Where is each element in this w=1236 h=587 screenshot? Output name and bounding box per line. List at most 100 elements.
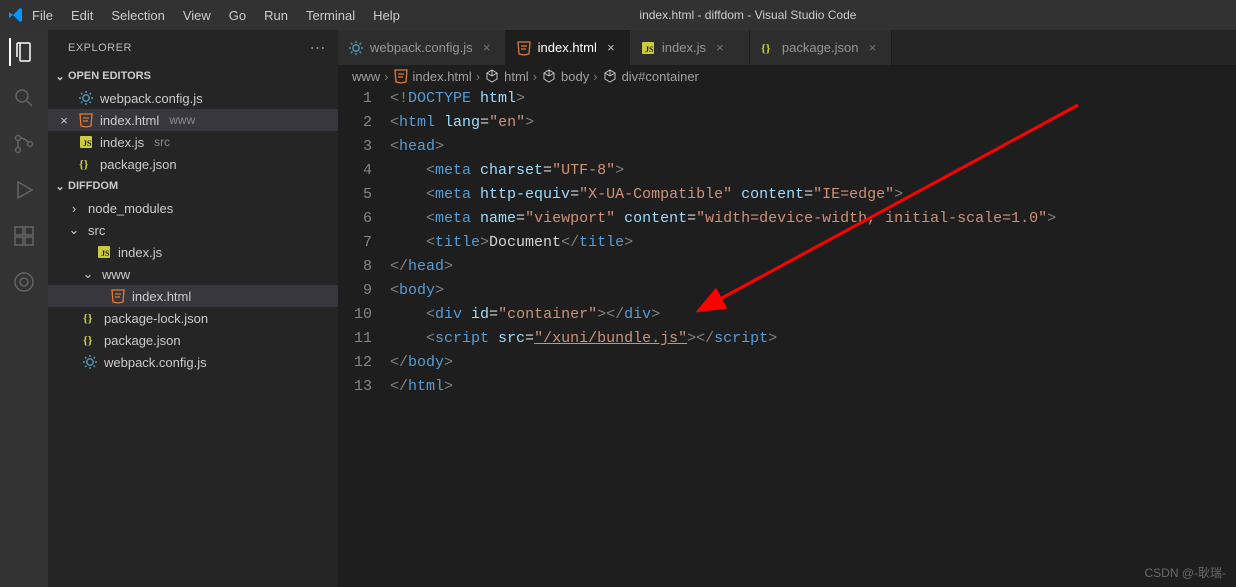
chevron-down-icon: ⌄	[52, 70, 68, 83]
open-editor-item[interactable]: index.js src	[48, 131, 338, 153]
cube-icon	[484, 68, 500, 84]
breadcrumb-item[interactable]: www	[352, 69, 380, 84]
file-item[interactable]: package-lock.json	[48, 307, 338, 329]
file-meta: www	[169, 113, 195, 127]
file-name: index.html	[132, 289, 191, 304]
open-editor-item[interactable]: × index.html www	[48, 109, 338, 131]
chevron-down-icon: ⌄	[52, 180, 68, 193]
chevron-right-icon: ›	[593, 69, 597, 84]
vscode-logo-icon	[8, 7, 24, 23]
breadcrumb[interactable]: www › index.html › html › body › div#contain…	[338, 65, 1236, 87]
close-icon[interactable]: ×	[712, 40, 728, 55]
menu-view[interactable]: View	[175, 4, 219, 27]
code-editor[interactable]: 12345678910111213 <!DOCTYPE html><html l…	[338, 87, 1236, 587]
chevron-right-icon: ›	[533, 69, 537, 84]
close-icon[interactable]: ×	[56, 113, 72, 128]
folder-item[interactable]: ⌄ www	[48, 263, 338, 285]
file-name: index.js	[100, 135, 144, 150]
menu-run[interactable]: Run	[256, 4, 296, 27]
tab-index-html[interactable]: index.html ×	[506, 30, 630, 65]
html-icon	[78, 112, 94, 128]
cube-icon	[541, 68, 557, 84]
open-editors-list: webpack.config.js × index.html www index…	[48, 87, 338, 175]
open-editor-item[interactable]: package.json	[48, 153, 338, 175]
cube-icon	[393, 68, 409, 84]
project-header[interactable]: ⌄ DIFFDOM	[48, 175, 338, 197]
breadcrumb-item[interactable]: body	[561, 69, 589, 84]
js-icon	[78, 134, 94, 150]
source-control-icon[interactable]	[10, 130, 38, 158]
json-icon	[82, 332, 98, 348]
breadcrumb-item[interactable]: div#container	[622, 69, 699, 84]
line-gutter: 12345678910111213	[338, 87, 390, 587]
remote-icon[interactable]	[10, 268, 38, 296]
activity-bar	[0, 30, 48, 587]
editor-area: webpack.config.js × index.html × index.j…	[338, 30, 1236, 587]
file-name: package.json	[104, 333, 181, 348]
tab-label: package.json	[782, 40, 859, 55]
file-name: package.json	[100, 157, 177, 172]
file-item[interactable]: index.js	[48, 241, 338, 263]
folder-name: node_modules	[88, 201, 173, 216]
chevron-right-icon: ›	[66, 201, 82, 216]
json-icon	[760, 40, 776, 56]
open-editor-item[interactable]: webpack.config.js	[48, 87, 338, 109]
json-icon	[78, 156, 94, 172]
menu-selection[interactable]: Selection	[103, 4, 172, 27]
file-name: webpack.config.js	[100, 91, 203, 106]
editor-tabs: webpack.config.js × index.html × index.j…	[338, 30, 1236, 65]
gear-icon	[78, 90, 94, 106]
cube-icon	[602, 68, 618, 84]
code-content[interactable]: <!DOCTYPE html><html lang="en"><head> <m…	[390, 87, 1236, 587]
folder-name: src	[88, 223, 105, 238]
chevron-down-icon: ⌄	[66, 222, 82, 238]
folder-item[interactable]: › node_modules	[48, 197, 338, 219]
html-icon	[110, 288, 126, 304]
menubar: FileEditSelectionViewGoRunTerminalHelp	[24, 4, 408, 27]
gear-icon	[82, 354, 98, 370]
menu-terminal[interactable]: Terminal	[298, 4, 363, 27]
search-icon[interactable]	[10, 84, 38, 112]
close-icon[interactable]: ×	[603, 40, 619, 55]
menu-edit[interactable]: Edit	[63, 4, 101, 27]
sidebar-title: EXPLORER	[68, 42, 132, 54]
file-name: index.js	[118, 245, 162, 260]
project-tree: › node_modules ⌄ src index.js ⌄ www inde…	[48, 197, 338, 373]
file-item[interactable]: webpack.config.js	[48, 351, 338, 373]
debug-icon[interactable]	[10, 176, 38, 204]
js-icon	[640, 40, 656, 56]
sidebar: EXPLORER ⋯ ⌄ OPEN EDITORS webpack.config…	[48, 30, 338, 587]
folder-item[interactable]: ⌄ src	[48, 219, 338, 241]
titlebar: FileEditSelectionViewGoRunTerminalHelp i…	[0, 0, 1236, 30]
chevron-right-icon: ›	[476, 69, 480, 84]
json-icon	[82, 310, 98, 326]
chevron-right-icon: ›	[384, 69, 388, 84]
breadcrumb-item[interactable]: html	[504, 69, 529, 84]
tab-package-json[interactable]: package.json ×	[750, 30, 892, 65]
tab-label: index.js	[662, 40, 706, 55]
explorer-icon[interactable]	[9, 38, 37, 66]
open-editors-header[interactable]: ⌄ OPEN EDITORS	[48, 65, 338, 87]
tab-webpack-config-js[interactable]: webpack.config.js ×	[338, 30, 506, 65]
menu-file[interactable]: File	[24, 4, 61, 27]
js-icon	[96, 244, 112, 260]
menu-go[interactable]: Go	[221, 4, 254, 27]
html-icon	[516, 40, 532, 56]
close-icon[interactable]: ×	[479, 40, 495, 55]
file-item[interactable]: package.json	[48, 329, 338, 351]
menu-help[interactable]: Help	[365, 4, 408, 27]
close-icon[interactable]: ×	[865, 40, 881, 55]
breadcrumb-item[interactable]: index.html	[413, 69, 472, 84]
file-meta: src	[154, 135, 170, 149]
file-item[interactable]: index.html	[48, 285, 338, 307]
folder-name: www	[102, 267, 130, 282]
more-icon[interactable]: ⋯	[310, 38, 327, 58]
tab-label: webpack.config.js	[370, 40, 473, 55]
extensions-icon[interactable]	[10, 222, 38, 250]
file-name: index.html	[100, 113, 159, 128]
window-title: index.html - diffdom - Visual Studio Cod…	[408, 8, 1088, 22]
chevron-down-icon: ⌄	[80, 266, 96, 282]
gear-icon	[348, 40, 364, 56]
watermark: CSDN @-耿瑞-	[1144, 564, 1226, 581]
tab-index-js[interactable]: index.js ×	[630, 30, 750, 65]
